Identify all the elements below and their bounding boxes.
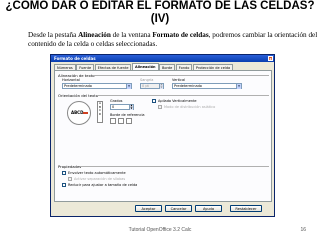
section-properties: Propiedades bbox=[58, 164, 82, 169]
page-number: 16 bbox=[300, 227, 306, 233]
asian-layout-label: Modo de distribución asiático bbox=[164, 105, 216, 109]
hyphenation-checkbox[interactable] bbox=[68, 177, 72, 181]
vertical-stack-preview[interactable]: ABCD bbox=[97, 101, 103, 123]
close-button[interactable]: x bbox=[268, 56, 273, 61]
tab-alineacion[interactable]: Alineación bbox=[131, 63, 159, 70]
reference-edge-label: Borde de referencia bbox=[110, 113, 145, 117]
reference-edge-bottom[interactable] bbox=[110, 118, 116, 124]
wrap-text-checkbox[interactable] bbox=[62, 171, 66, 175]
hyphenation-label: Activar separación de sílabas bbox=[74, 177, 126, 181]
stack-vertically-label: Apilado Verticalmente bbox=[158, 99, 197, 103]
ok-button[interactable]: Aceptar bbox=[135, 205, 162, 212]
chevron-down-icon: ▼ bbox=[236, 84, 241, 89]
wrap-text-label: Envolver texto automáticamente bbox=[68, 171, 126, 175]
degrees-spinner[interactable]: 0 ▲ ▼ bbox=[110, 104, 134, 110]
reset-button[interactable]: Restablecer bbox=[230, 205, 262, 212]
slide-description: Desde la pestaña Alineación de la ventan… bbox=[28, 31, 318, 49]
cancel-button[interactable]: Cancelar bbox=[165, 205, 192, 212]
shrink-to-fit-checkbox[interactable] bbox=[62, 183, 66, 187]
dial-pointer-icon bbox=[83, 112, 88, 114]
vertical-select[interactable]: Predeterminado ▼ bbox=[172, 83, 242, 89]
spinner-arrows-icon: ▲ ▼ bbox=[159, 83, 163, 89]
shrink-to-fit-label: Reducir para ajustar a tamaño de celda bbox=[68, 183, 138, 187]
desc-bold-formato-celdas: Formato de celdas bbox=[152, 31, 209, 39]
slide-title-line1: ¿CÓMO DAR O EDITAR EL FORMATO DE LAS CEL… bbox=[5, 0, 315, 12]
vertical-label: Vertical bbox=[172, 78, 186, 82]
help-button[interactable]: Ayuda bbox=[195, 205, 222, 212]
indent-value: 0 pt bbox=[142, 84, 149, 88]
chevron-down-icon: ▼ bbox=[126, 84, 131, 89]
degrees-label: Grados bbox=[110, 99, 123, 103]
section-orientation: Orientación del texto bbox=[58, 93, 99, 98]
format-cells-dialog: Formato de celdas x Números Fuente Efect… bbox=[50, 54, 275, 217]
slide-title: ¿CÓMO DAR O EDITAR EL FORMATO DE LAS CEL… bbox=[0, 0, 320, 26]
indent-spinner[interactable]: 0 pt ▲ ▼ bbox=[140, 83, 164, 89]
stack-vertically-checkbox[interactable] bbox=[152, 99, 156, 103]
dial-text: ABCD bbox=[71, 110, 84, 115]
divider bbox=[97, 95, 269, 96]
horizontal-value: Predeterminado bbox=[64, 84, 92, 88]
horizontal-label: Horizontal bbox=[62, 78, 80, 82]
reference-edge-inside[interactable] bbox=[126, 118, 132, 124]
divider bbox=[93, 75, 269, 76]
divider bbox=[81, 166, 269, 167]
desc-text-1: Desde la pestaña bbox=[28, 31, 79, 39]
horizontal-select[interactable]: Predeterminado ▼ bbox=[62, 83, 132, 89]
desc-text-2: de la ventana bbox=[110, 31, 153, 39]
dialog-tabs: Números Fuente Efectos de fuente Alineac… bbox=[51, 62, 274, 70]
desc-bold-alineacion: Alineación bbox=[78, 31, 111, 39]
indent-label: Sangría bbox=[140, 78, 154, 82]
alignment-panel: Alineación de texto Horizontal Predeterm… bbox=[54, 70, 272, 202]
dialog-titlebar: Formato de celdas x bbox=[51, 55, 274, 62]
asian-layout-checkbox[interactable] bbox=[158, 105, 162, 109]
dialog-button-row: Aceptar Cancelar Ayuda Restablecer bbox=[51, 205, 274, 215]
slide-title-line2: (IV) bbox=[150, 13, 170, 25]
reference-edge-top[interactable] bbox=[118, 118, 124, 124]
dialog-title: Formato de celdas bbox=[54, 56, 96, 61]
vertical-value: Predeterminado bbox=[174, 84, 202, 88]
spinner-arrows-icon: ▲ ▼ bbox=[129, 104, 133, 110]
degrees-value: 0 bbox=[112, 105, 115, 109]
slide-footer: Tutorial OpenOffice 3.2 Calc bbox=[128, 227, 192, 233]
